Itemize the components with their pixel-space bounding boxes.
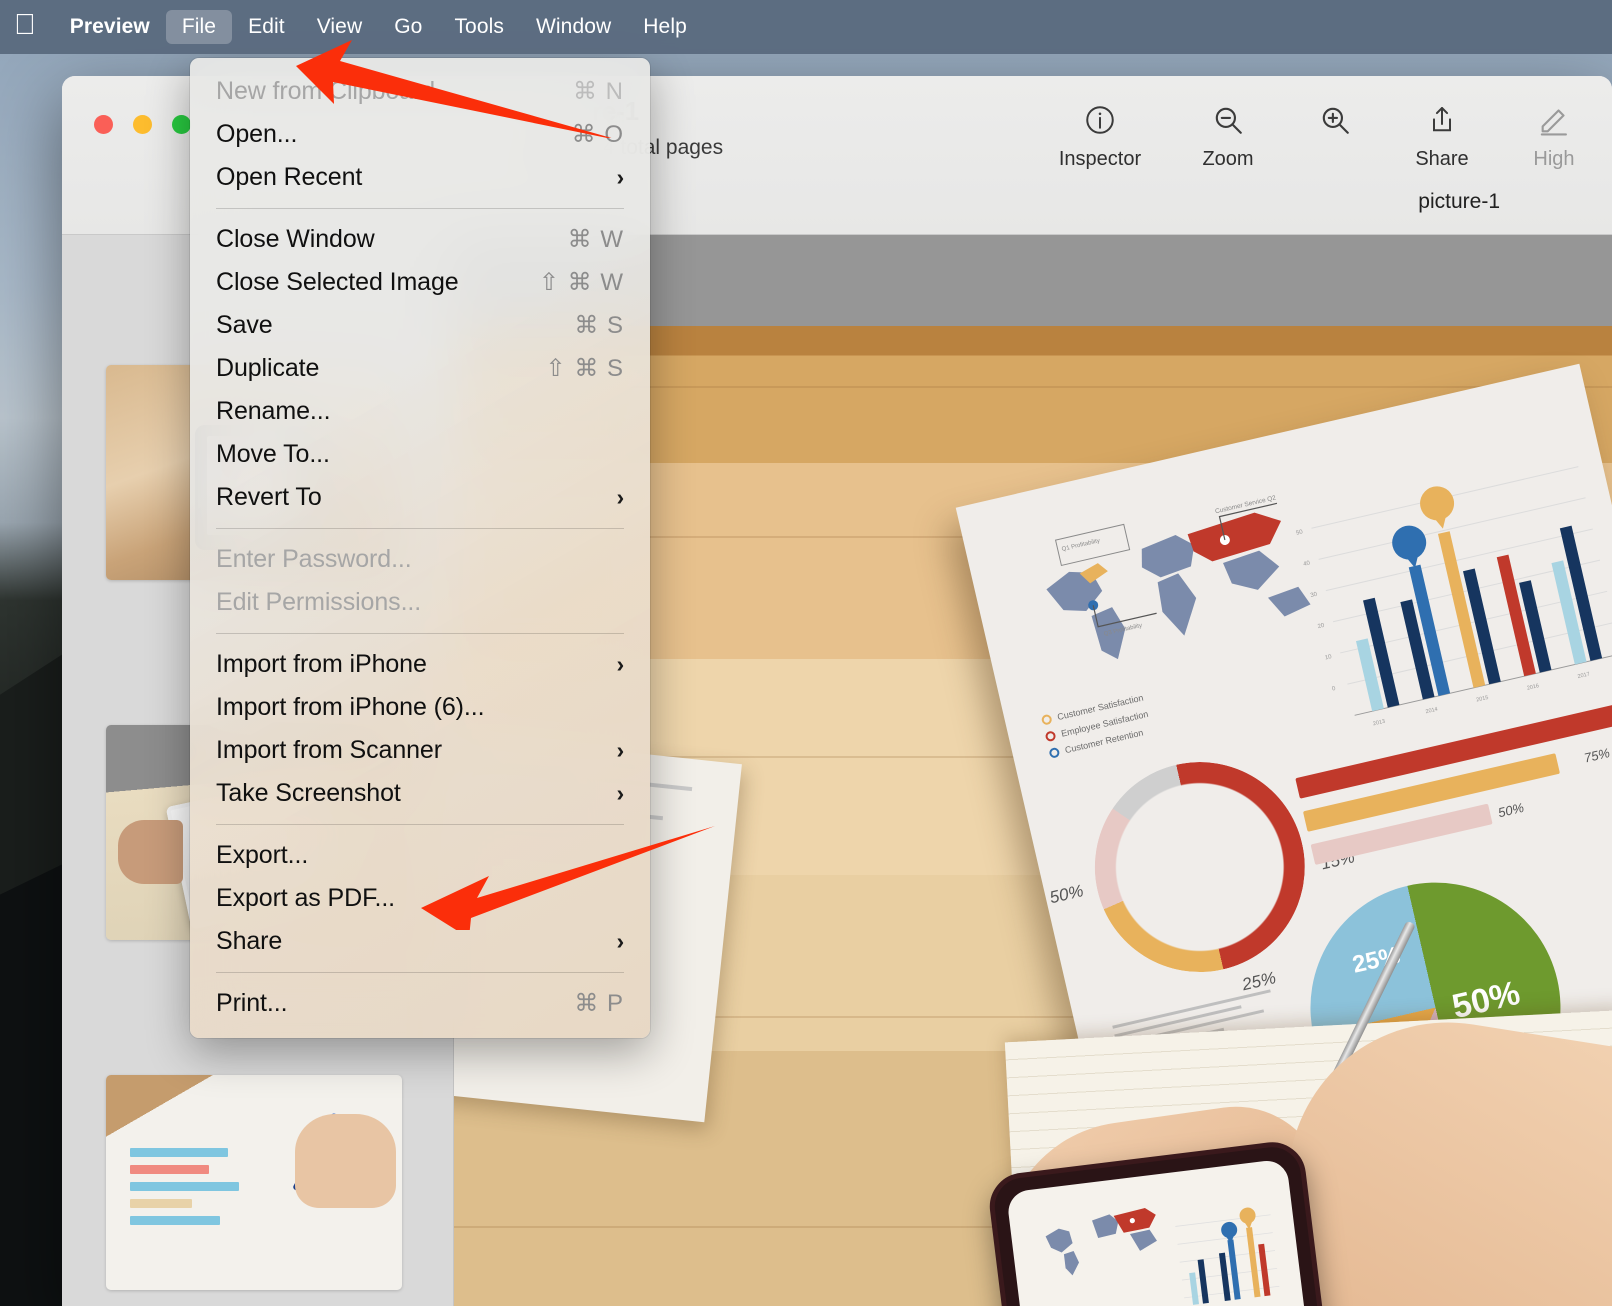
menu-item-close-selected-image[interactable]: Close Selected Image ⇧ ⌘ W (190, 261, 650, 304)
menu-label: Take Screenshot (216, 779, 401, 808)
menu-label: Edit Permissions... (216, 588, 421, 617)
chevron-right-icon: › (616, 780, 624, 807)
menu-item-print[interactable]: Print... ⌘ P (190, 982, 650, 1025)
svg-text:2017: 2017 (1577, 671, 1590, 680)
toolbar-markup-label: High (1506, 148, 1602, 171)
info-circle-icon (1036, 94, 1164, 146)
chevron-right-icon: › (616, 737, 624, 764)
menu-item-move-to[interactable]: Move To... (190, 433, 650, 476)
chevron-right-icon: › (616, 164, 624, 191)
menu-shortcut: ⇧ ⌘ S (546, 354, 624, 383)
poster-legend: Customer Satisfaction Employee Satisfact… (1041, 692, 1155, 765)
zoom-button[interactable] (172, 115, 191, 134)
menu-label: Save (216, 311, 273, 340)
phone-bar-chart (1160, 1199, 1283, 1306)
current-page-label: picture-1 (1418, 190, 1500, 214)
poster-donut-chart (1074, 741, 1326, 993)
menu-item-take-screenshot[interactable]: Take Screenshot › (190, 772, 650, 815)
menu-item-revert-to[interactable]: Revert To › (190, 476, 650, 519)
menu-separator (216, 208, 624, 209)
menu-shortcut: ⌘ S (574, 311, 624, 340)
share-icon (1378, 94, 1506, 146)
menu-label: Share (216, 927, 282, 956)
toolbar-inspector-label: Inspector (1036, 148, 1164, 171)
menu-item-enter-password[interactable]: Enter Password... (190, 538, 650, 581)
menu-separator (216, 633, 624, 634)
poster-bar-chart: 504030 20100 201320142 (1279, 437, 1612, 748)
menu-label: Print... (216, 989, 287, 1018)
menu-label: Close Selected Image (216, 268, 459, 297)
svg-text:0: 0 (1332, 686, 1337, 693)
svg-text:2013: 2013 (1372, 719, 1385, 728)
menu-label: Move To... (216, 440, 330, 469)
annotation-arrow-export-as-pdf (415, 820, 720, 930)
menu-item-save[interactable]: Save ⌘ S (190, 304, 650, 347)
menu-separator (216, 972, 624, 973)
zoom-in-icon (1292, 94, 1378, 146)
toolbar: Inspector Zoom (1036, 94, 1602, 171)
macos-menubar[interactable]:  Preview File Edit View Go Tools Window… (0, 0, 1612, 54)
menu-item-edit-permissions[interactable]: Edit Permissions... (190, 581, 650, 624)
close-button[interactable] (94, 115, 113, 134)
menubar-item-preview[interactable]: Preview (54, 10, 166, 44)
menu-label: Import from Scanner (216, 736, 442, 765)
markup-pencil-icon (1506, 94, 1602, 146)
poster-donut-label-50: 50% (1048, 881, 1086, 908)
thumbnail-hand (295, 1114, 396, 1209)
menu-item-import-from-iphone-6[interactable]: Import from iPhone (6)... (190, 686, 650, 729)
menu-item-duplicate[interactable]: Duplicate ⇧ ⌘ S (190, 347, 650, 390)
svg-text:30: 30 (1310, 592, 1318, 599)
toolbar-zoom-out-button[interactable]: Zoom (1164, 94, 1292, 171)
thumbnail-image-3 (106, 1075, 402, 1290)
phone-screen (1006, 1158, 1340, 1306)
thumbnail-bars (130, 1148, 266, 1217)
menu-label: Enter Password... (216, 545, 412, 574)
menu-label: Revert To (216, 483, 322, 512)
menu-label: Duplicate (216, 354, 319, 383)
svg-text:40: 40 (1303, 560, 1311, 567)
toolbar-share-button[interactable]: Share (1378, 94, 1506, 171)
menu-item-import-from-scanner[interactable]: Import from Scanner › (190, 729, 650, 772)
annotation-arrow-file-menu (278, 28, 628, 138)
chevron-right-icon: › (616, 928, 624, 955)
svg-text:50: 50 (1296, 529, 1304, 536)
menu-item-close-window[interactable]: Close Window ⌘ W (190, 218, 650, 261)
menu-label: Export... (216, 841, 308, 870)
menu-item-import-from-iphone[interactable]: Import from iPhone › (190, 643, 650, 686)
menu-label: Close Window (216, 225, 375, 254)
menu-label: Open Recent (216, 163, 362, 192)
toolbar-markup-button[interactable]: High (1506, 94, 1602, 171)
chevron-right-icon: › (616, 484, 624, 511)
window-controls[interactable] (94, 115, 191, 134)
svg-text:20: 20 (1317, 623, 1325, 630)
sidebar-thumbnail-3[interactable]: picture-2 (106, 1075, 402, 1306)
menu-item-rename[interactable]: Rename... (190, 390, 650, 433)
svg-text:2016: 2016 (1526, 683, 1539, 692)
menu-shortcut: ⌘ P (574, 989, 624, 1018)
menu-item-open-recent[interactable]: Open Recent › (190, 156, 650, 199)
minimize-button[interactable] (133, 115, 152, 134)
menubar-item-file[interactable]: File (166, 10, 232, 44)
toolbar-inspector-button[interactable]: Inspector (1036, 94, 1164, 171)
menu-label: Export as PDF... (216, 884, 395, 913)
toolbar-zoom-in-button[interactable] (1292, 94, 1378, 148)
svg-text:Q1 Profitability: Q1 Profitability (1061, 538, 1100, 553)
toolbar-zoom-label: Zoom (1164, 148, 1292, 171)
menu-separator (216, 528, 624, 529)
menu-label: Import from iPhone (216, 650, 427, 679)
chevron-right-icon: › (616, 651, 624, 678)
menu-shortcut: ⇧ ⌘ W (539, 268, 624, 297)
svg-text:2014: 2014 (1425, 707, 1438, 716)
menubar-item-help[interactable]: Help (627, 10, 703, 44)
phone-world-map (1035, 1200, 1172, 1281)
menu-label: Import from iPhone (6)... (216, 693, 484, 722)
menu-shortcut: ⌘ W (568, 225, 624, 254)
zoom-out-icon (1164, 94, 1292, 146)
thumbnail-picture-2[interactable] (106, 1075, 402, 1290)
menu-label: Rename... (216, 397, 330, 426)
apple-logo-icon[interactable]:  (14, 11, 36, 40)
svg-text:2015: 2015 (1476, 695, 1489, 704)
toolbar-share-label: Share (1378, 148, 1506, 171)
svg-text:10: 10 (1324, 654, 1332, 661)
